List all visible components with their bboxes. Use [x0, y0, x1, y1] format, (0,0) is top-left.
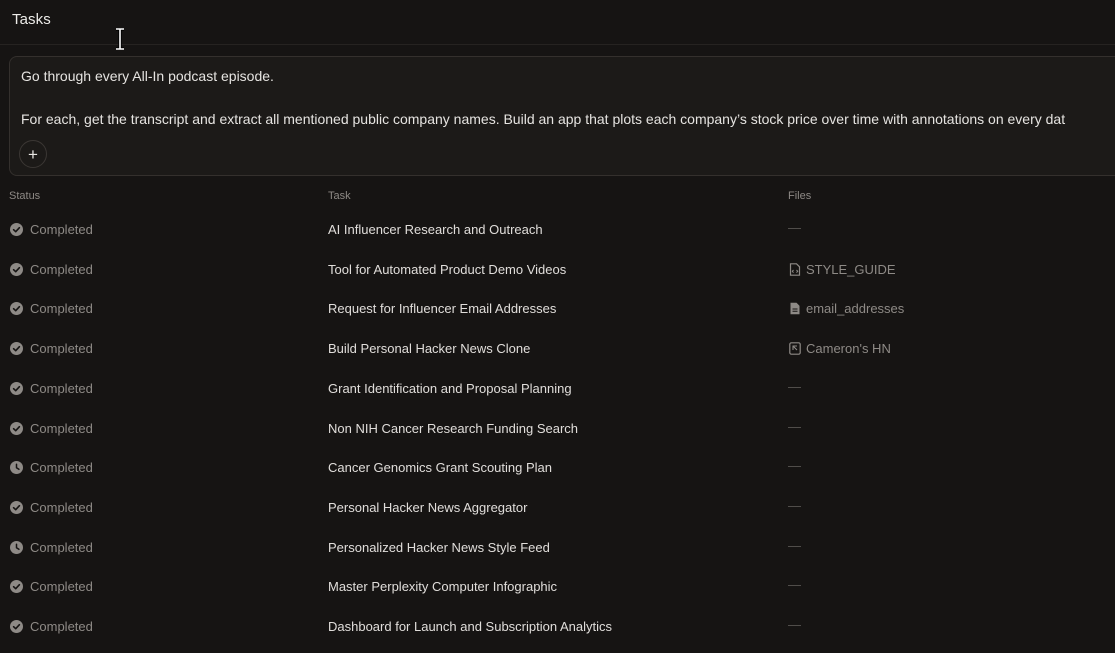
task-title-link[interactable]: Request for Influencer Email Addresses — [328, 301, 556, 316]
check-circle-icon — [10, 382, 23, 395]
files-column-header: Files — [788, 190, 812, 202]
prompt-line-1: Go through every All-In podcast episode. — [21, 68, 274, 84]
status-label: Completed — [30, 500, 93, 515]
table-row[interactable]: Completed AI Influencer Research and Outr… — [0, 211, 1115, 250]
no-files-placeholder: — — [788, 379, 801, 394]
status-label: Completed — [30, 579, 93, 594]
no-files-placeholder: — — [788, 538, 801, 553]
check-circle-icon — [10, 263, 23, 276]
no-files-placeholder: — — [788, 220, 801, 235]
table-row[interactable]: Completed Build Personal Hacker News Clon… — [0, 330, 1115, 369]
no-files-placeholder: — — [788, 419, 801, 434]
no-files-placeholder: — — [788, 458, 801, 473]
status-label: Completed — [30, 421, 93, 436]
status-label: Completed — [30, 460, 93, 475]
prompt-input[interactable]: Go through every All-In podcast episode.… — [9, 56, 1115, 176]
task-title-link[interactable]: Dashboard for Launch and Subscription An… — [328, 619, 612, 634]
status-label: Completed — [30, 222, 93, 237]
table-row[interactable]: Completed Master Perplexity Computer Info… — [0, 568, 1115, 607]
table-row[interactable]: Completed Non NIH Cancer Research Funding… — [0, 410, 1115, 449]
file-link[interactable]: Cameron's HN — [806, 341, 891, 356]
status-label: Completed — [30, 619, 93, 634]
add-attachment-button[interactable]: + — [19, 140, 47, 168]
task-column-header: Task — [328, 190, 351, 202]
check-circle-icon — [10, 580, 23, 593]
task-title-link[interactable]: Build Personal Hacker News Clone — [328, 341, 530, 356]
document-code-icon — [789, 263, 801, 276]
status-column-header: Status — [9, 190, 41, 202]
prompt-line-2: For each, get the transcript and extract… — [21, 111, 1066, 127]
status-label: Completed — [30, 540, 93, 555]
table-row[interactable]: Completed Grant Identification and Propos… — [0, 370, 1115, 409]
check-circle-icon — [10, 342, 23, 355]
task-title-link[interactable]: Cancer Genomics Grant Scouting Plan — [328, 460, 552, 475]
clock-icon — [10, 541, 23, 554]
file-link[interactable]: email_addresses — [806, 301, 904, 316]
check-circle-icon — [10, 223, 23, 236]
task-title-link[interactable]: Tool for Automated Product Demo Videos — [328, 262, 566, 277]
status-label: Completed — [30, 262, 93, 277]
check-circle-icon — [10, 422, 23, 435]
table-row[interactable]: Completed Tool for Automated Product Demo… — [0, 251, 1115, 290]
check-circle-icon — [10, 302, 23, 315]
task-title-link[interactable]: AI Influencer Research and Outreach — [328, 222, 543, 237]
file-link[interactable]: STYLE_GUIDE — [806, 262, 896, 277]
page-title: Tasks — [12, 11, 51, 28]
status-label: Completed — [30, 381, 93, 396]
table-row[interactable]: Completed Request for Influencer Email Ad… — [0, 290, 1115, 329]
plus-icon: + — [28, 144, 38, 164]
document-icon — [790, 302, 800, 315]
table-row[interactable]: Completed Personal Hacker News Aggregator… — [0, 489, 1115, 528]
task-title-link[interactable]: Personal Hacker News Aggregator — [328, 500, 527, 515]
check-circle-icon — [10, 501, 23, 514]
table-row[interactable]: Completed Dashboard for Launch and Subscr… — [0, 608, 1115, 647]
no-files-placeholder: — — [788, 617, 801, 632]
no-files-placeholder: — — [788, 498, 801, 513]
task-title-link[interactable]: Non NIH Cancer Research Funding Search — [328, 421, 578, 436]
table-row[interactable]: Completed Cancer Genomics Grant Scouting … — [0, 449, 1115, 488]
top-bar: Tasks — [0, 0, 1115, 45]
task-title-link[interactable]: Grant Identification and Proposal Planni… — [328, 381, 572, 396]
check-circle-icon — [10, 620, 23, 633]
app-icon — [789, 342, 801, 355]
status-label: Completed — [30, 341, 93, 356]
status-label: Completed — [30, 301, 93, 316]
clock-icon — [10, 461, 23, 474]
text-cursor-icon — [116, 28, 124, 50]
task-title-link[interactable]: Master Perplexity Computer Infographic — [328, 579, 557, 594]
no-files-placeholder: — — [788, 577, 801, 592]
task-title-link[interactable]: Personalized Hacker News Style Feed — [328, 540, 550, 555]
table-row[interactable]: Completed Personalized Hacker News Style … — [0, 529, 1115, 568]
